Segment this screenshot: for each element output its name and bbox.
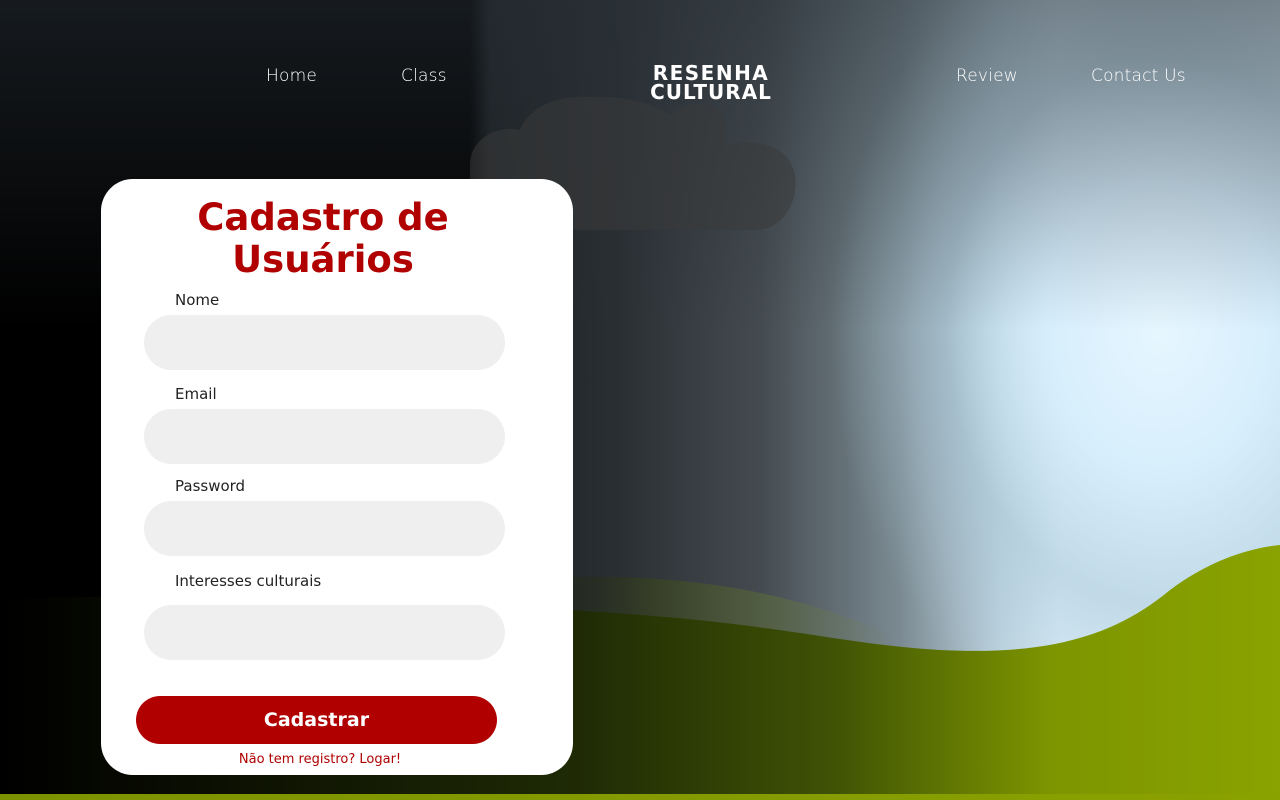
email-label: Email bbox=[175, 385, 217, 403]
form-title-line-1: Cadastro de bbox=[197, 196, 449, 239]
nav-review-link[interactable]: Review bbox=[956, 66, 1018, 86]
page: Home Class RESENHA CULTURAL Review Conta… bbox=[0, 0, 1280, 800]
email-field[interactable] bbox=[144, 409, 505, 464]
register-button[interactable]: Cadastrar bbox=[136, 696, 497, 744]
password-field[interactable] bbox=[144, 501, 505, 556]
nav-contact-link[interactable]: Contact Us bbox=[1091, 66, 1186, 86]
name-field[interactable] bbox=[144, 315, 505, 370]
nav-home-link[interactable]: Home bbox=[266, 66, 317, 86]
login-link[interactable]: Não tem registro? Logar! bbox=[101, 752, 539, 767]
password-label: Password bbox=[175, 477, 246, 495]
interests-field[interactable] bbox=[144, 605, 505, 660]
name-label: Nome bbox=[175, 291, 220, 309]
registration-card: Cadastro de Usuários Nome Email Password… bbox=[101, 179, 573, 775]
nav-class-link[interactable]: Class bbox=[401, 66, 447, 86]
form-title: Cadastro de Usuários bbox=[101, 197, 545, 281]
form-title-line-2: Usuários bbox=[232, 238, 414, 281]
logo-line-2: CULTURAL bbox=[650, 80, 772, 104]
bottom-strip bbox=[0, 794, 1280, 800]
interests-label: Interesses culturais bbox=[175, 572, 322, 590]
logo[interactable]: RESENHA CULTURAL bbox=[606, 63, 816, 104]
